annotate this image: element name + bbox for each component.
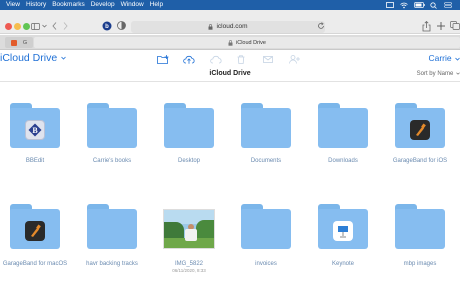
sort-label: Sort by Name [416, 71, 454, 77]
tab-title: iCloud Drive [236, 39, 266, 46]
user-name: Carrie [428, 53, 452, 63]
divider [0, 81, 460, 82]
download-icon [210, 54, 222, 64]
battery-icon[interactable] [414, 0, 425, 10]
menu-bar: View History Bookmarks Develop Window He… [0, 0, 460, 10]
sidebar-icon[interactable] [30, 21, 40, 31]
search-icon[interactable] [430, 0, 437, 10]
pinned-tabs[interactable]: G [5, 37, 33, 48]
close-window-button[interactable] [5, 23, 12, 30]
control-center-icon[interactable] [444, 0, 452, 10]
menu-view[interactable]: View [6, 0, 20, 10]
upload-icon[interactable] [183, 54, 195, 64]
address-bar[interactable]: icloud.com [131, 20, 325, 33]
item-label: Carrie's books [92, 158, 132, 164]
garageband-icon [25, 221, 45, 241]
folder-icon [395, 204, 445, 249]
menu-bookmarks[interactable]: Bookmarks [52, 0, 85, 10]
menu-window[interactable]: Window [121, 0, 144, 10]
app-title-text: iCloud Drive [0, 52, 58, 64]
extension-icon[interactable]: b [101, 20, 112, 31]
folder-title: iCloud Drive [209, 70, 251, 77]
svg-text:b: b [105, 24, 109, 30]
item-label: BBEdit [25, 158, 45, 164]
share-icon[interactable] [421, 20, 432, 32]
folder-icon [241, 103, 291, 148]
delete-icon [236, 54, 246, 64]
zoom-window-button[interactable] [23, 23, 30, 30]
folder-icon [87, 103, 137, 148]
mail-icon [262, 54, 273, 64]
svg-text:B: B [32, 126, 38, 135]
item-label: GarageBand for macOS [2, 261, 68, 267]
lock-icon [208, 23, 213, 30]
chevron-down-icon[interactable] [41, 21, 47, 31]
folder-icon [241, 204, 291, 249]
app-title[interactable]: iCloud Drive [0, 52, 66, 64]
item-label: mbp images [403, 261, 437, 267]
folder-icon [164, 103, 214, 148]
chevron-down-icon [456, 72, 460, 75]
item-label: GarageBand for iOS [392, 158, 448, 164]
new-folder-icon[interactable] [157, 54, 169, 64]
new-tab-icon[interactable] [436, 20, 446, 31]
app-header [0, 50, 460, 70]
item-label: invoices [255, 261, 277, 267]
item-label: Keynote [331, 261, 355, 267]
bbedit-icon: B [25, 120, 45, 140]
keynote-icon [333, 221, 353, 241]
back-icon[interactable] [50, 21, 58, 31]
add-people-icon [288, 54, 300, 64]
folder-icon [87, 204, 137, 249]
tab-overview-icon[interactable] [449, 20, 460, 31]
favicon-icon [10, 39, 17, 46]
wifi-icon[interactable] [400, 0, 408, 10]
forward-icon[interactable] [61, 21, 69, 31]
account-menu[interactable]: Carrie [428, 53, 460, 63]
screen-mirroring-icon[interactable] [386, 0, 394, 10]
chevron-down-icon [455, 57, 460, 61]
item-label: Downloads [328, 158, 358, 164]
folder-icon [318, 103, 368, 148]
item-label: Documents [250, 158, 282, 164]
item-date: 06/11/2020, 8:33 [172, 268, 206, 273]
item-label: IMG_5822 [174, 261, 204, 267]
item-label: havr backing tracks [86, 261, 138, 267]
menu-develop[interactable]: Develop [91, 0, 115, 10]
menu-help[interactable]: Help [150, 0, 163, 10]
reload-icon[interactable] [316, 21, 326, 31]
minimize-window-button[interactable] [14, 23, 21, 30]
pinned-tab-letter: G [22, 39, 28, 46]
menu-history[interactable]: History [26, 0, 46, 10]
sort-menu[interactable]: Sort by Name [417, 71, 460, 77]
tab-lock-icon [228, 39, 233, 46]
garageband-icon [410, 120, 430, 140]
tab-icloud-drive[interactable]: iCloud Drive [34, 37, 460, 48]
item-label: Desktop [177, 158, 200, 164]
photo-thumbnail [163, 209, 215, 249]
url-text: icloud.com [216, 23, 248, 30]
privacy-shield-icon[interactable] [116, 20, 127, 31]
chevron-down-icon [61, 56, 66, 60]
